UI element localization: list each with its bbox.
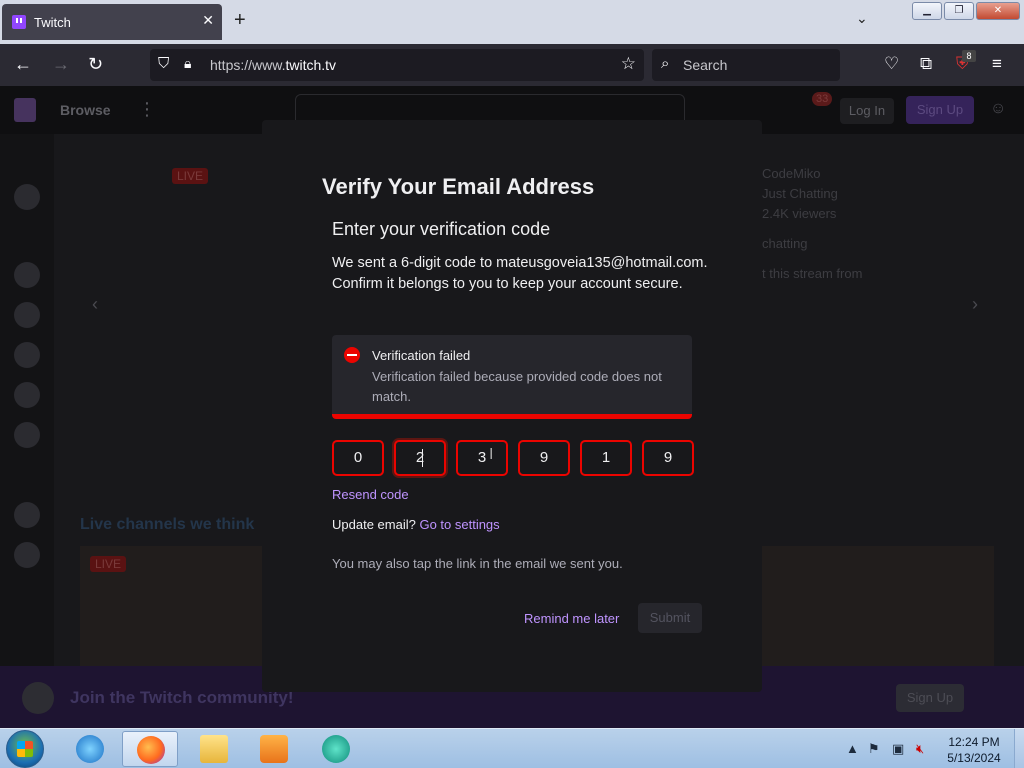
modal-title: Verify Your Email Address <box>322 174 595 199</box>
notification-count: 33 <box>812 92 833 106</box>
update-email-row: Update email? Go to settings <box>332 517 500 532</box>
browser-nav-bar: ← → ↻ ⛉ 🔒︎ https://www.twitch.tv ☆ ⌕ Sea… <box>0 44 1024 86</box>
more-icon: ⋮ <box>138 99 156 119</box>
windows-taskbar: ▲ ⚑ ▣ 🔇︎ 12:24 PM 5/13/2024 <box>0 728 1024 768</box>
banner-signup-button: Sign Up <box>896 684 964 712</box>
remind-later-button[interactable]: Remind me later <box>524 611 619 626</box>
browser-search-box[interactable]: ⌕ Search <box>652 49 840 81</box>
error-icon <box>344 347 360 363</box>
browser-tab[interactable]: Twitch ✕ <box>2 4 222 40</box>
avatar <box>14 502 40 528</box>
alert-title: Verification failed <box>372 348 471 363</box>
modal-description: We sent a 6-digit code to mateusgoveia13… <box>332 255 708 292</box>
network-icon[interactable]: ▣ <box>892 741 904 757</box>
window-close-icon[interactable]: ✕ <box>976 2 1020 20</box>
teamviewer-icon[interactable] <box>308 731 364 767</box>
channel-line: t this stream from <box>762 266 863 281</box>
code-digit-5[interactable]: 1 <box>580 440 632 476</box>
verify-email-modal: Verify Your Email Address Enter your ver… <box>262 120 762 692</box>
text-caret <box>422 449 423 467</box>
close-tab-icon[interactable]: ✕ <box>202 12 214 29</box>
code-digit-2[interactable]: 2 <box>394 440 446 476</box>
forward-arrow-icon[interactable]: → <box>52 54 70 75</box>
tap-link-note: You may also tap the link in the email w… <box>332 556 623 571</box>
signup-button: Sign Up <box>906 96 974 124</box>
twitch-side-nav <box>0 134 54 728</box>
submit-button[interactable]: Submit <box>638 603 702 633</box>
stream-thumbnail <box>762 546 994 666</box>
restore-icon[interactable]: ❐ <box>944 2 974 20</box>
banner-text: Join the Twitch community! <box>70 688 294 707</box>
volume-muted-icon[interactable]: 🔇︎ <box>916 741 924 757</box>
clock-date: 5/13/2024 <box>947 751 1001 765</box>
browse-link: Browse <box>60 102 111 118</box>
code-digit-1[interactable]: 0 <box>332 440 384 476</box>
media-player-icon[interactable] <box>246 731 302 767</box>
chevron-down-icon[interactable]: ⌄ <box>856 10 868 27</box>
live-badge: LIVE <box>90 556 127 572</box>
clock-time: 12:24 PM <box>948 735 1000 749</box>
file-explorer-icon[interactable] <box>186 731 242 767</box>
featured-channel-info: CodeMiko Just Chatting 2.4K viewers chat… <box>762 164 862 284</box>
pocket-icon[interactable]: ♡ <box>884 54 899 74</box>
ibeam-cursor-icon: I <box>489 446 494 463</box>
avatar <box>14 342 40 368</box>
avatar <box>14 422 40 448</box>
avatar <box>14 262 40 288</box>
avatar <box>14 382 40 408</box>
code-digit-4[interactable]: 9 <box>518 440 570 476</box>
internet-explorer-icon[interactable] <box>62 731 118 767</box>
browser-tab-bar: Twitch ✕ + ⌄ ▁ ❐ ✕ <box>0 0 1024 44</box>
channel-line: 2.4K viewers <box>762 206 837 221</box>
avatar <box>14 542 40 568</box>
avatar <box>14 302 40 328</box>
lock-icon[interactable]: 🔒︎ <box>184 55 191 72</box>
carousel-prev-icon: ‹ <box>92 294 98 314</box>
carousel-next-icon: › <box>972 294 978 314</box>
reload-icon[interactable]: ↻ <box>88 54 103 75</box>
tray-expand-icon[interactable]: ▲ <box>846 741 859 756</box>
bookmark-star-icon[interactable]: ☆ <box>621 54 636 74</box>
search-placeholder: Search <box>683 57 728 73</box>
go-to-settings-link[interactable]: Go to settings <box>419 517 499 532</box>
code-digit-3[interactable]: 3 <box>456 440 508 476</box>
system-clock[interactable]: 12:24 PM 5/13/2024 <box>944 734 1004 766</box>
firefox-icon[interactable] <box>122 731 178 767</box>
channel-line: Just Chatting <box>762 186 838 201</box>
channel-line: chatting <box>762 236 808 251</box>
url-bar[interactable]: ⛉ 🔒︎ https://www.twitch.tv ☆ <box>150 49 644 81</box>
section-title: Live channels we think <box>80 516 255 533</box>
update-email-label: Update email? <box>332 517 416 532</box>
resend-code-link[interactable]: Resend code <box>332 487 409 502</box>
alert-body: Verification failed because provided cod… <box>372 369 662 404</box>
error-alert: Verification failed Verification failed … <box>332 335 692 419</box>
live-badge: LIVE <box>172 168 209 184</box>
code-digit-6[interactable]: 9 <box>642 440 694 476</box>
search-icon: ⌕ <box>661 55 670 72</box>
minimize-icon[interactable]: ▁ <box>912 2 942 20</box>
user-icon: ☺ <box>990 100 1007 117</box>
verification-code-inputs: 0 2 3 9 1 9 I <box>332 440 694 476</box>
start-button[interactable] <box>6 730 44 768</box>
extensions-icon[interactable]: ⧉ <box>920 54 932 74</box>
window-controls: ▁ ❐ ✕ <box>912 2 1020 20</box>
tab-title: Twitch <box>34 15 71 30</box>
action-center-flag-icon[interactable]: ⚑ <box>868 741 880 757</box>
shield-icon[interactable]: ⛉ <box>158 55 169 72</box>
twitch-logo-icon <box>14 98 36 122</box>
show-desktop-button[interactable] <box>1014 729 1024 768</box>
channel-line: CodeMiko <box>762 166 821 181</box>
twitch-favicon-icon <box>12 15 26 29</box>
menu-icon[interactable]: ≡ <box>992 54 1002 74</box>
avatar <box>14 184 40 210</box>
modal-subtitle: Enter your verification code <box>332 219 551 239</box>
url-text[interactable]: https://www.twitch.tv <box>210 57 336 73</box>
twitch-glitch-icon <box>22 682 54 714</box>
new-tab-icon[interactable]: + <box>234 9 246 32</box>
back-arrow-icon[interactable]: ← <box>14 54 32 75</box>
extension-badge: 8 <box>962 50 976 62</box>
login-button: Log In <box>840 98 894 124</box>
